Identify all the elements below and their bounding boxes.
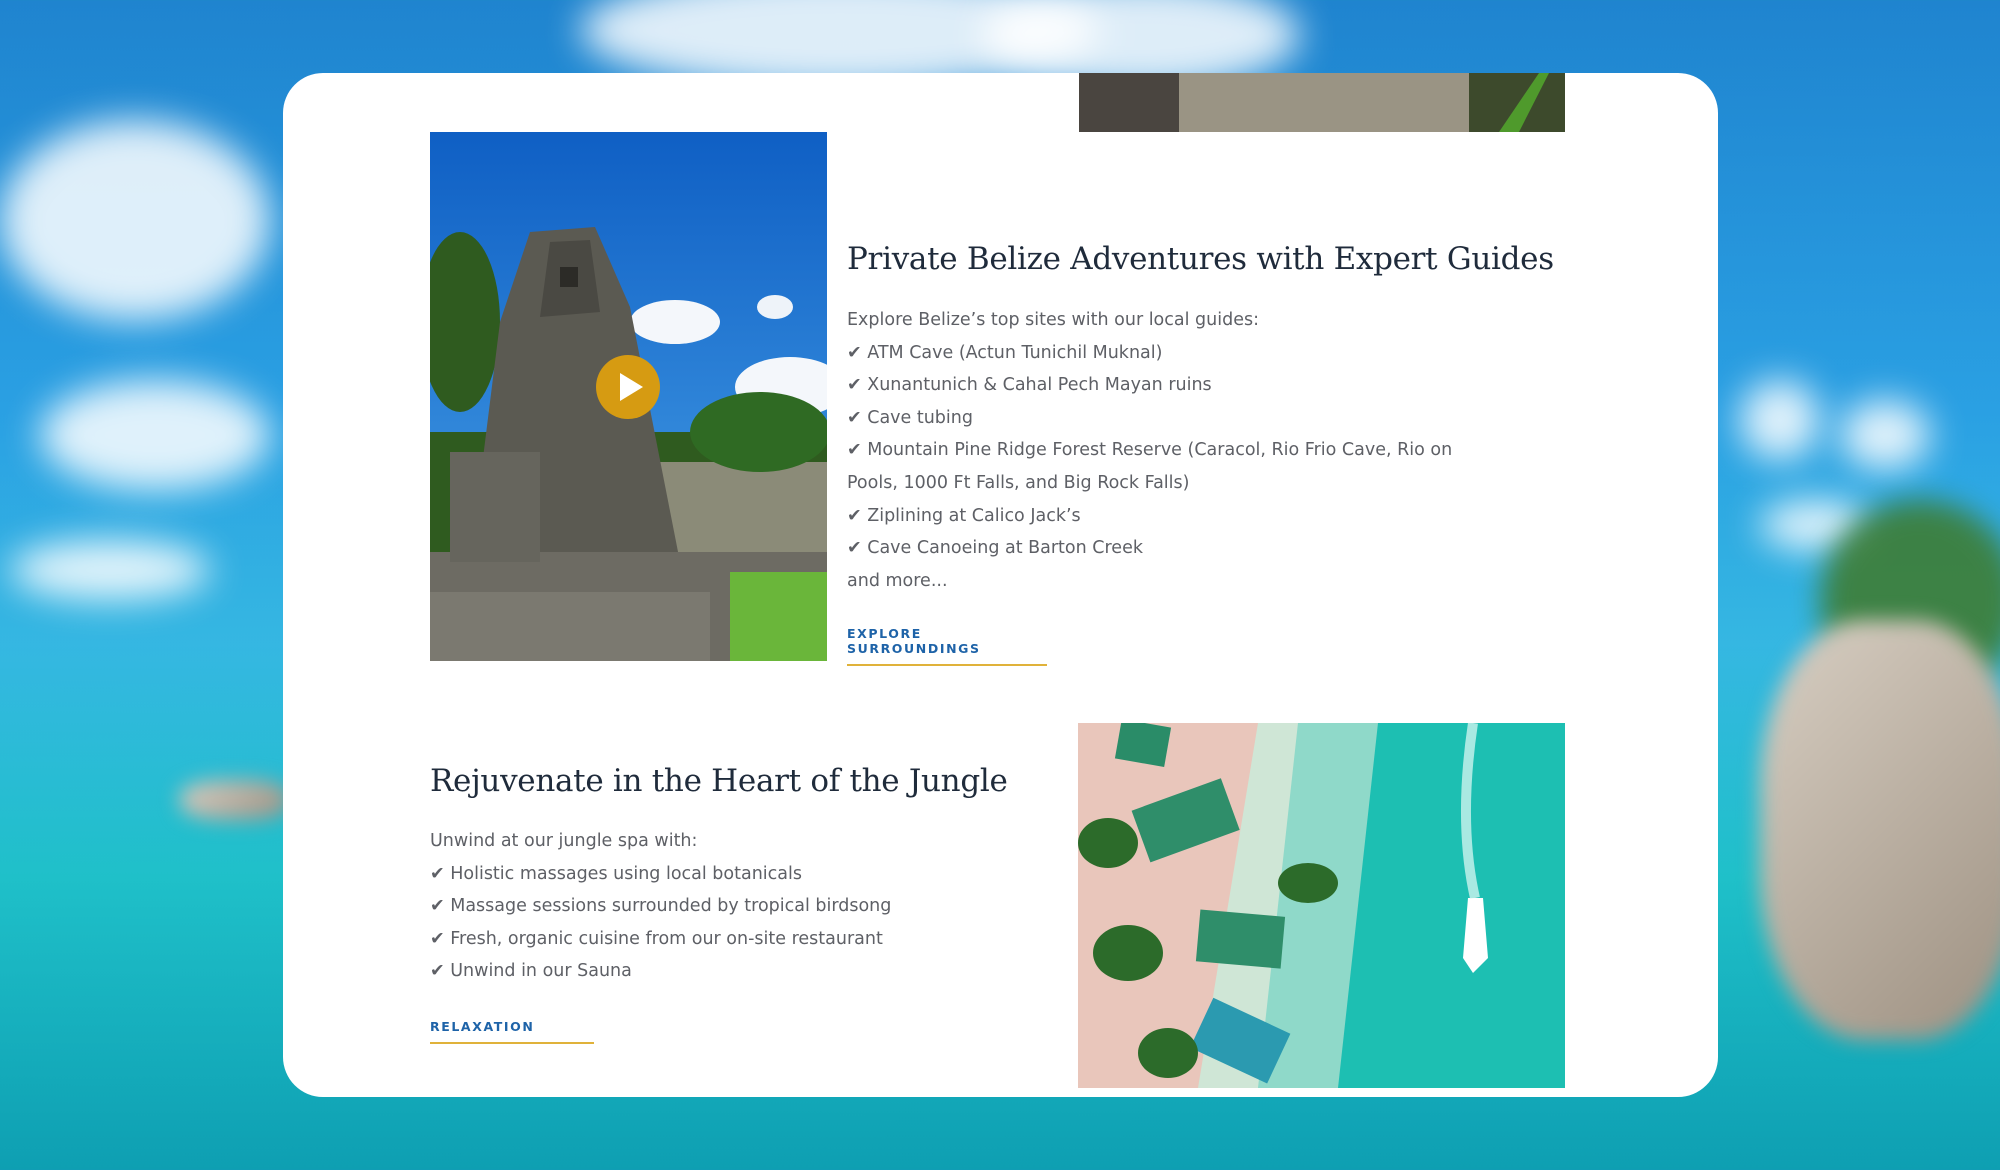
list-item: ✔ Unwind in our Sauna — [430, 961, 632, 982]
list-item: ✔ Fresh, organic cuisine from our on-sit… — [430, 928, 883, 949]
content-card: Private Belize Adventures with Expert Gu… — [283, 73, 1718, 1097]
list-item: ✔ Cave tubing — [847, 407, 973, 428]
relaxation-link[interactable]: RELAXATION — [430, 1019, 594, 1044]
mayan-temple-video-thumbnail[interactable] — [430, 132, 827, 661]
adventures-heading: Private Belize Adventures with Expert Gu… — [847, 241, 1554, 277]
top-partial-image — [1079, 73, 1565, 132]
list-item: ✔ Cave Canoeing at Barton Creek — [847, 538, 1143, 559]
list-item: ✔ Holistic massages using local botanica… — [430, 863, 802, 884]
explore-surroundings-link[interactable]: EXPLORE SURROUNDINGS — [847, 626, 1047, 666]
play-button[interactable] — [596, 355, 660, 419]
list-item: ✔ Mountain Pine Ridge Forest Reserve (Ca… — [847, 440, 1453, 493]
adventures-outro: and more... — [847, 570, 948, 591]
aerial-beach-image — [1078, 723, 1565, 1088]
play-icon — [619, 373, 643, 401]
list-item: ✔ Massage sessions surrounded by tropica… — [430, 896, 892, 917]
list-item: ✔ Xunantunich & Cahal Pech Mayan ruins — [847, 375, 1212, 396]
spa-intro: Unwind at our jungle spa with: — [430, 831, 698, 851]
spa-heading: Rejuvenate in the Heart of the Jungle — [430, 763, 1008, 799]
adventures-description: Explore Belize’s top sites with our loca… — [847, 304, 1487, 597]
list-item: ✔ ATM Cave (Actun Tunichil Muknal) — [847, 342, 1163, 363]
spa-description: Unwind at our jungle spa with: ✔ Holisti… — [430, 825, 950, 988]
adventures-intro: Explore Belize’s top sites with our loca… — [847, 310, 1259, 330]
list-item: ✔ Ziplining at Calico Jack’s — [847, 505, 1081, 526]
